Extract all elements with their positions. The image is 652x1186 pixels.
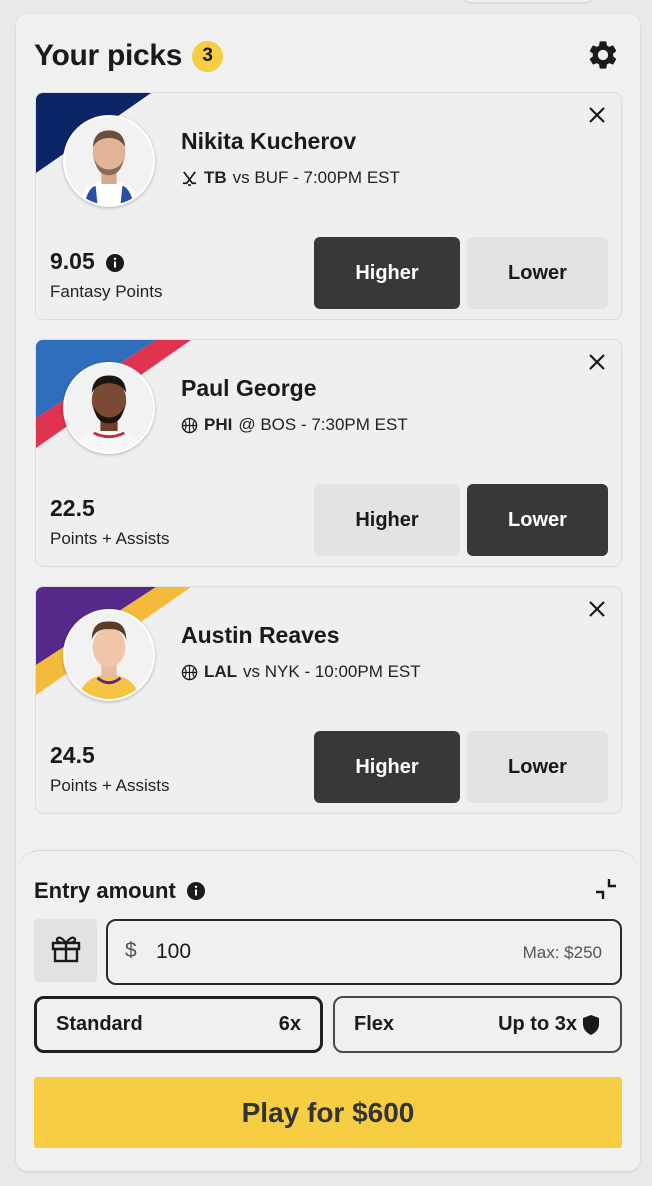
basketball-icon [181, 664, 198, 681]
matchup-info: LAL vs NYK - 10:00PM EST [181, 662, 421, 682]
stat-line: 9.05 [50, 248, 125, 275]
avatar [63, 362, 155, 454]
picks-header: Your picks 3 [34, 36, 622, 76]
entry-amount-title: Entry amount [34, 878, 176, 903]
flex-multiplier-group: Up to 3x [498, 1013, 601, 1036]
play-button[interactable]: Play for $600 [34, 1077, 622, 1148]
collapse-icon[interactable] [594, 877, 618, 901]
stat-label: Points + Assists [50, 776, 170, 795]
close-icon[interactable] [587, 599, 607, 619]
gift-icon [50, 932, 82, 969]
flex-mode-option[interactable]: Flex Up to 3x [333, 996, 622, 1053]
stat-value: 9.05 [50, 248, 95, 274]
stat-line: 24.5 [50, 742, 95, 769]
max-amount-label: Max: $250 [522, 943, 602, 962]
currency-symbol: $ [125, 939, 137, 962]
higher-button[interactable]: Higher [314, 731, 460, 803]
flex-multiplier: Up to 3x [498, 1013, 577, 1035]
hockey-sticks-icon [181, 170, 198, 187]
stat-value: 22.5 [50, 495, 95, 521]
picks-panel: Your picks 3 Nikita Kucherov TB vs BUF -… [16, 14, 640, 1171]
lower-button[interactable]: Lower [467, 731, 608, 803]
entry-amount-heading: Entry amount [34, 878, 206, 904]
matchup-details: @ BOS - 7:30PM EST [238, 415, 408, 434]
info-icon[interactable] [186, 881, 206, 901]
pick-card: Austin Reaves LAL vs NYK - 10:00PM EST 2… [35, 586, 622, 814]
entry-amount-input[interactable] [156, 935, 456, 969]
higher-button[interactable]: Higher [314, 484, 460, 556]
gear-icon[interactable] [586, 38, 620, 72]
matchup-info: TB vs BUF - 7:00PM EST [181, 168, 400, 188]
picks-count-badge: 3 [192, 40, 224, 72]
top-sheet-tab [463, 0, 593, 2]
matchup-info: PHI @ BOS - 7:30PM EST [181, 415, 408, 435]
matchup-details: vs BUF - 7:00PM EST [232, 168, 400, 187]
lower-button[interactable]: Lower [467, 484, 608, 556]
stat-label: Fantasy Points [50, 282, 163, 301]
avatar [63, 609, 155, 701]
matchup-details: vs NYK - 10:00PM EST [243, 662, 421, 681]
player-name: Austin Reaves [181, 622, 340, 648]
team-abbreviation: TB [204, 168, 227, 187]
gift-button[interactable] [34, 919, 97, 982]
team-abbreviation: LAL [204, 662, 238, 681]
entry-amount-sheet: Entry amount $ Max: $250 Standard 6x Fle… [16, 850, 640, 1171]
entry-amount-field: $ Max: $250 [106, 919, 622, 985]
standard-mode-label: Standard [56, 1013, 143, 1035]
stat-line: 22.5 [50, 495, 95, 522]
team-abbreviation: PHI [204, 415, 233, 434]
flex-mode-label: Flex [354, 1013, 395, 1035]
close-icon[interactable] [587, 352, 607, 372]
player-name: Nikita Kucherov [181, 128, 357, 154]
lower-button[interactable]: Lower [467, 237, 608, 309]
basketball-icon [181, 417, 198, 434]
standard-mode-option[interactable]: Standard 6x [34, 996, 323, 1053]
pick-card: Nikita Kucherov TB vs BUF - 7:00PM EST 9… [35, 92, 622, 320]
player-name: Paul George [181, 375, 317, 401]
standard-multiplier: 6x [278, 1013, 301, 1035]
stat-value: 24.5 [50, 742, 95, 768]
avatar [63, 115, 155, 207]
higher-button[interactable]: Higher [314, 237, 460, 309]
pick-card: Paul George PHI @ BOS - 7:30PM EST 22.5 … [35, 339, 622, 567]
close-icon[interactable] [587, 105, 607, 125]
info-icon[interactable] [105, 252, 125, 272]
page-title: Your picks [34, 39, 183, 72]
stat-label: Points + Assists [50, 529, 170, 548]
shield-icon [581, 1014, 601, 1036]
